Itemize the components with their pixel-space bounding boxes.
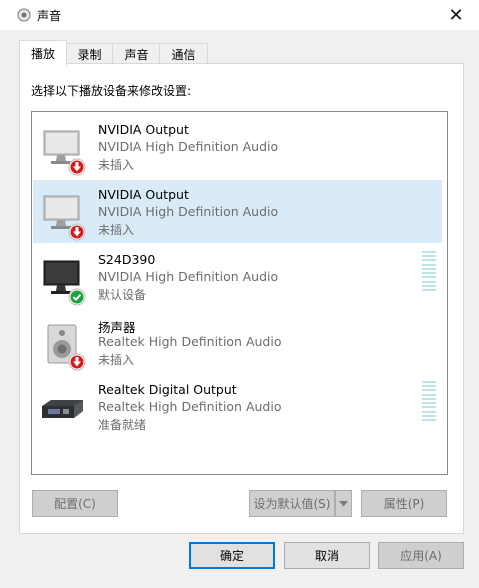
cancel-button[interactable]: 取消: [284, 542, 370, 569]
default-check-icon: [68, 288, 86, 306]
device-driver: NVIDIA High Definition Audio: [98, 204, 279, 219]
tab-recording[interactable]: 录制: [65, 43, 114, 65]
set-default-button[interactable]: 设为默认值(S): [249, 490, 335, 517]
configure-button[interactable]: 配置(C): [32, 490, 118, 517]
device-name: Realtek Digital Output: [98, 382, 237, 397]
device-item[interactable]: 扬声器 Realtek High Definition Audio 未插入: [33, 310, 442, 373]
device-status: 未插入: [98, 353, 135, 367]
digital-output-icon: [42, 400, 83, 418]
device-item-selected[interactable]: NVIDIA Output NVIDIA High Definition Aud…: [33, 180, 442, 243]
device-name: NVIDIA Output: [98, 187, 189, 202]
device-list[interactable]: NVIDIA Output NVIDIA High Definition Aud…: [31, 111, 448, 475]
device-item[interactable]: S24D390 NVIDIA High Definition Audio 默认设…: [33, 245, 442, 308]
unplugged-badge-icon: [68, 223, 86, 241]
ok-button[interactable]: 确定: [189, 542, 275, 569]
close-button[interactable]: ✕: [433, 0, 479, 30]
title-bar: 声音 ✕: [0, 0, 479, 30]
tab-playback[interactable]: 播放: [19, 40, 67, 66]
device-status: 未插入: [98, 158, 135, 172]
instruction-text: 选择以下播放设备来修改设置:: [31, 84, 192, 98]
set-default-dropdown-button[interactable]: [335, 490, 352, 517]
device-item[interactable]: Realtek Digital Output Realtek High Defi…: [33, 375, 442, 438]
device-driver: Realtek High Definition Audio: [98, 399, 282, 414]
device-driver: NVIDIA High Definition Audio: [98, 139, 279, 154]
device-driver: Realtek High Definition Audio: [98, 334, 282, 349]
device-status: 准备就绪: [98, 418, 147, 432]
apply-button[interactable]: 应用(A): [378, 542, 464, 569]
chevron-down-icon: [339, 500, 348, 506]
volume-meter: [422, 251, 436, 291]
window-title: 声音: [37, 9, 62, 23]
device-name: NVIDIA Output: [98, 122, 189, 137]
device-item[interactable]: NVIDIA Output NVIDIA High Definition Aud…: [33, 115, 442, 178]
unplugged-badge-icon: [68, 353, 86, 371]
tab-communications[interactable]: 通信: [159, 43, 208, 65]
tab-sounds[interactable]: 声音: [112, 43, 161, 65]
unplugged-badge-icon: [68, 158, 86, 176]
properties-button[interactable]: 属性(P): [361, 490, 447, 517]
volume-meter: [422, 381, 436, 421]
device-driver: NVIDIA High Definition Audio: [98, 269, 279, 284]
device-status: 未插入: [98, 223, 135, 237]
device-status: 默认设备: [98, 288, 147, 302]
device-name: S24D390: [98, 252, 156, 267]
speaker-app-icon: [17, 8, 31, 22]
